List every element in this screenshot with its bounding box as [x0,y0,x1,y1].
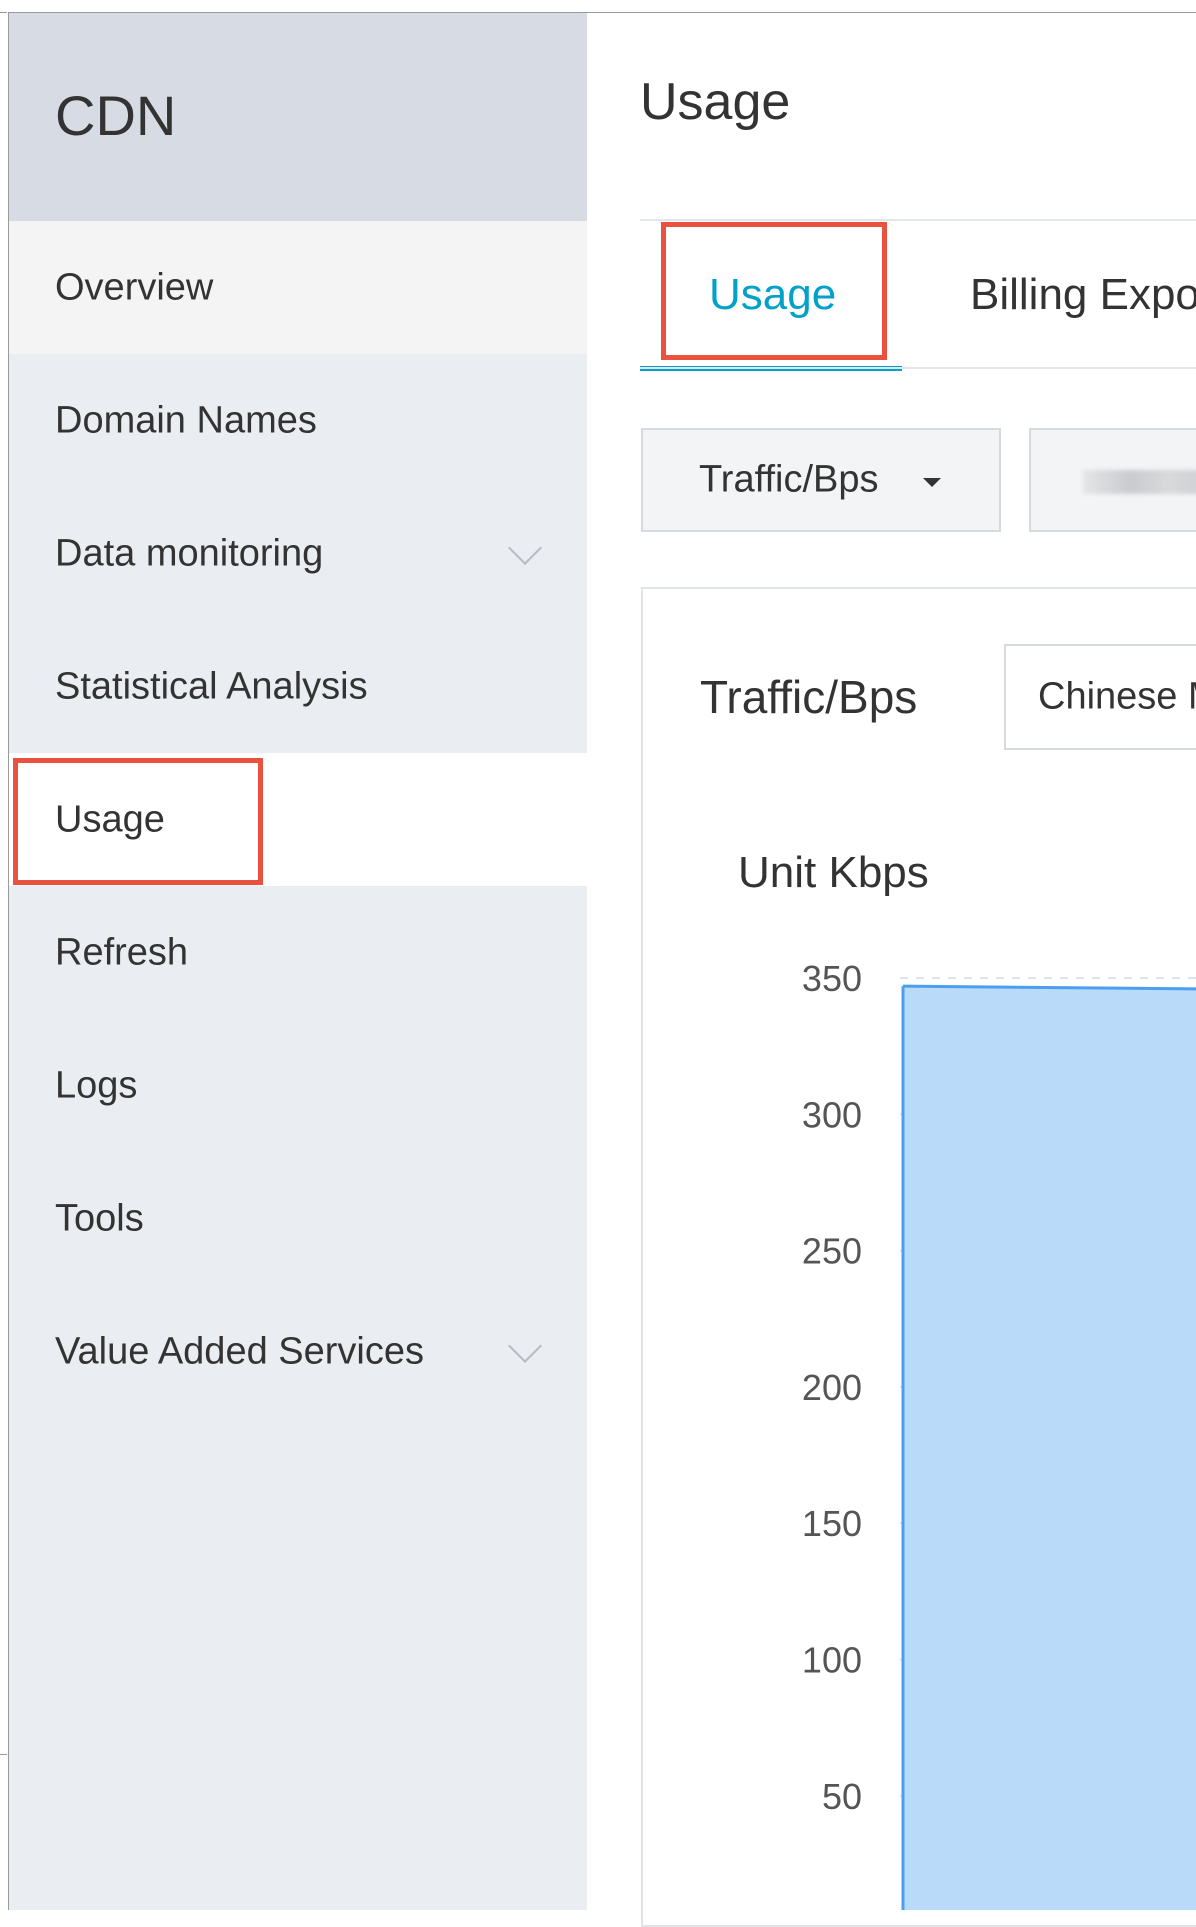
sidebar-item-label: Statistical Analysis [55,665,368,707]
chevron-down-icon[interactable] [508,1328,542,1363]
sidebar-item-label: Value Added Services [55,1330,424,1372]
sidebar-item-label: Usage [55,798,165,840]
sidebar-item-label: Overview [55,266,214,308]
metric-dropdown[interactable]: Traffic/Bps [641,428,1001,532]
tab-usage[interactable]: Usage [640,222,902,371]
page-title: Usage [640,73,791,131]
y-axis-unit-label: Unit Kbps [738,848,929,897]
region-select[interactable]: Chinese M [1004,644,1196,750]
sidebar-item-logs[interactable]: Logs [9,1019,587,1152]
sidebar-item-domain-names[interactable]: Domain Names [9,354,587,487]
sidebar-item-tools[interactable]: Tools [9,1152,587,1285]
region-select-value: Chinese M [1038,675,1196,718]
tab-billing-export[interactable]: Billing Expo [958,222,1196,367]
usage-area-chart: 50 100 150 200 250 300 350 [802,958,1196,1910]
sidebar-item-refresh[interactable]: Refresh [9,886,587,1019]
tab-label: Usage [709,269,837,319]
sidebar-item-label: Domain Names [55,399,317,441]
sidebar-item-label: Refresh [55,931,189,973]
y-tick-label: 50 [822,1776,862,1817]
sidebar-title: CDN [55,84,177,147]
y-tick-label: 150 [802,1503,862,1544]
sidebar-item-data-monitoring[interactable]: Data monitoring [9,487,587,620]
series-area [903,986,1196,1910]
blurred-filter-button[interactable] [1029,428,1196,532]
blurred-content [1083,470,1196,494]
sidebar-item-overview[interactable]: Overview [9,221,587,354]
tab-label: Billing Expo [970,269,1196,319]
metric-dropdown-label: Traffic/Bps [699,458,879,501]
sidebar-item-label: Data monitoring [55,532,324,574]
y-tick-label: 250 [802,1231,862,1272]
sidebar: CDN Overview Domain Names Data monitorin… [9,13,587,1910]
caret-down-icon [923,478,941,487]
y-tick-label: 200 [802,1367,862,1408]
tabs-divider-bottom [640,367,1196,369]
chevron-down-icon[interactable] [508,530,542,565]
panel-metric-label: Traffic/Bps [700,671,918,723]
y-tick-label: 350 [802,958,862,999]
sidebar-item-label: Tools [55,1197,144,1239]
sidebar-item-label: Logs [55,1064,138,1106]
sidebar-item-statistical-analysis[interactable]: Statistical Analysis [9,620,587,753]
sidebar-item-value-added-services[interactable]: Value Added Services [9,1285,587,1418]
tabs-divider-top [640,219,1196,221]
sidebar-item-usage[interactable]: Usage [9,753,587,886]
y-tick-label: 300 [802,1094,862,1135]
y-tick-label: 100 [802,1640,862,1681]
sidebar-header: CDN [9,13,587,221]
